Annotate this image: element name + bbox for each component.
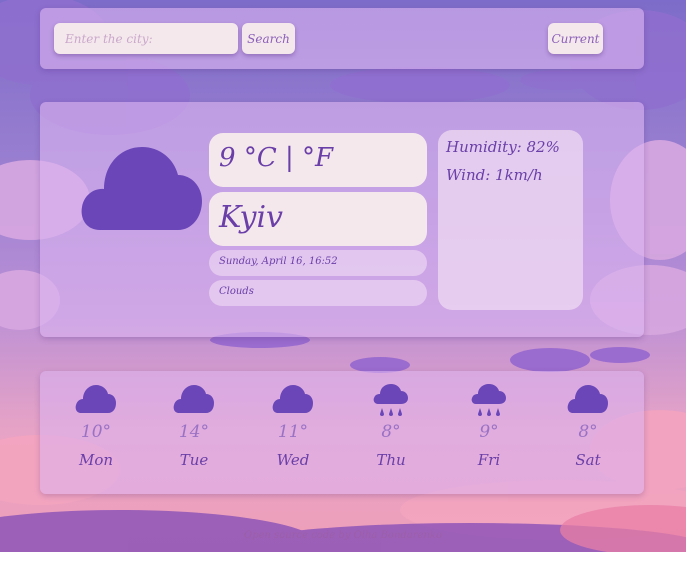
temperature-units-toggle[interactable]: °C | °F: [244, 143, 333, 173]
author-link[interactable]: Olha Bondarenko: [354, 530, 442, 541]
current-location-button[interactable]: Current: [548, 23, 603, 54]
forecast-temp: 10°: [80, 422, 112, 442]
forecast-day: 10° Mon: [66, 384, 126, 469]
city-search-input[interactable]: [54, 23, 238, 54]
cloud-icon: [81, 147, 202, 230]
forecast-temp: 9°: [479, 422, 499, 442]
cloud-icon: [75, 385, 116, 413]
forecast-day-name: Sat: [575, 451, 601, 469]
humidity-value: Humidity: 82%: [446, 138, 560, 156]
forecast-panel: [40, 371, 644, 494]
cloud-icon: [173, 385, 214, 413]
forecast-temp: 8°: [578, 422, 598, 442]
weather-details: Humidity: 82% Wind: 1km/h: [438, 130, 583, 310]
cloud-icon: [272, 385, 313, 413]
city-name: Kyiv: [209, 192, 427, 246]
forecast-day: 11° Wed: [263, 384, 323, 469]
source-code-link[interactable]: Open source code: [244, 530, 335, 541]
rain-cloud-icon: [471, 384, 506, 416]
forecast-day-name: Thu: [376, 451, 406, 469]
wind-value: Wind: 1km/h: [446, 166, 543, 184]
forecast-day-name: Tue: [179, 451, 209, 469]
forecast-day-name: Mon: [78, 451, 114, 469]
footer-by-text: by: [335, 530, 354, 541]
temperature-display: 9 °C | °F: [209, 133, 427, 187]
rain-cloud-icon: [373, 384, 408, 416]
forecast-temp: 11°: [277, 422, 309, 442]
forecast-day: 9° Fri: [459, 384, 519, 469]
forecast-temp: 14°: [178, 422, 210, 442]
temperature-value: 9: [219, 143, 236, 173]
forecast-day-name: Wed: [276, 451, 310, 469]
forecast-day: 8° Sat: [558, 384, 618, 469]
footer: Open source code by Olha Bondarenko: [0, 530, 686, 541]
date-time: Sunday, April 16, 16:52: [209, 250, 427, 276]
weather-description: Clouds: [209, 280, 427, 306]
forecast-day-name: Fri: [477, 451, 501, 469]
search-button[interactable]: Search: [242, 23, 295, 54]
forecast-temp: 8°: [381, 422, 401, 442]
forecast-day: 14° Tue: [164, 384, 224, 469]
cloud-icon: [567, 385, 608, 413]
forecast-day: 8° Thu: [361, 384, 421, 469]
